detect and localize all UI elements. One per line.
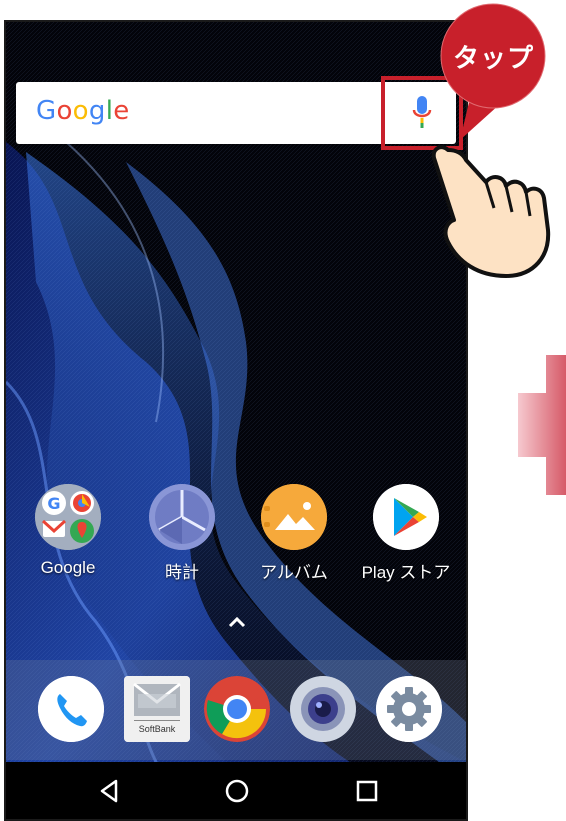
camera-icon[interactable]	[290, 676, 356, 742]
chrome-icon[interactable]	[204, 676, 270, 742]
phone-screen: Google G Google 時計 アルバム Play ストア SoftBan…	[4, 20, 468, 821]
recents-icon[interactable]	[354, 778, 380, 804]
phone-icon[interactable]	[38, 676, 104, 742]
clock-icon	[149, 484, 215, 550]
album-icon	[261, 484, 327, 550]
app-label: 時計	[165, 563, 199, 582]
app-album[interactable]: アルバム	[244, 484, 344, 583]
svg-text:G: G	[47, 494, 60, 513]
back-icon[interactable]	[96, 778, 122, 804]
settings-icon[interactable]	[376, 676, 442, 742]
app-play-store[interactable]: Play ストア	[356, 484, 456, 583]
home-icon[interactable]	[224, 778, 250, 804]
softbank-mail-icon[interactable]: SoftBank	[124, 676, 190, 742]
pointing-hand-icon	[431, 145, 551, 278]
logo-letter-g: G	[36, 96, 57, 126]
app-drawer-chevron-icon[interactable]	[225, 614, 249, 630]
google-logo: Google	[36, 96, 130, 126]
app-google-folder[interactable]: G Google	[18, 484, 118, 578]
dock: SoftBank	[6, 660, 466, 760]
app-label: Google	[40, 558, 96, 577]
app-clock[interactable]: 時計	[132, 484, 232, 583]
tap-callout-text: タップ	[453, 44, 535, 74]
google-folder-icon: G	[35, 484, 101, 550]
next-step-arrow-icon	[518, 355, 566, 495]
app-label: アルバム	[260, 563, 328, 582]
play-store-icon	[373, 484, 439, 550]
navigation-bar	[6, 762, 466, 819]
app-label: Play ストア	[361, 563, 451, 582]
softbank-label: SoftBank	[138, 724, 176, 734]
